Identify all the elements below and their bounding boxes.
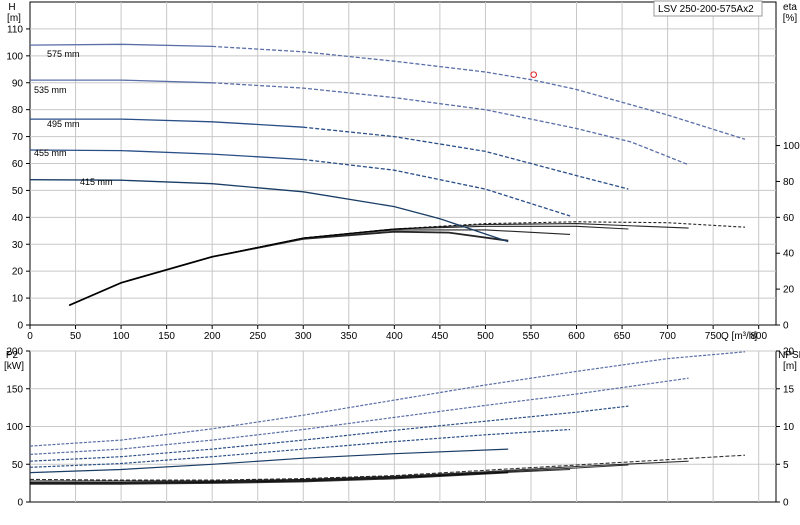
y-tick-label: 60 — [12, 159, 24, 170]
y2-tick-label: 20 — [783, 285, 795, 296]
x-tick-label: 700 — [659, 331, 676, 342]
y-tick-label: 100 — [6, 51, 23, 62]
y2-tick-label: 0 — [783, 498, 789, 509]
pump-performance-chart: 0 50 100 150 200 250 300 350 400 450 500 550 600 650 7… — [0, 0, 800, 520]
y-tick-label: 0 — [17, 321, 23, 332]
y2-axis-label: NPSH — [778, 350, 800, 361]
y-tick-label: 70 — [12, 132, 24, 143]
x-tick-label: 150 — [158, 331, 175, 342]
chart-svg: 0 50 100 150 200 250 300 350 400 450 500 550 600 650 7… — [4, 0, 800, 509]
x-tick-label: 50 — [70, 331, 82, 342]
y-tick-label: 80 — [12, 105, 24, 116]
y-tick-label: 110 — [7, 24, 23, 35]
impeller-diameter-label: 575 mm — [47, 49, 80, 59]
y-tick-label: 0 — [17, 498, 23, 509]
impeller-diameter-label: 415 mm — [80, 177, 113, 187]
x-tick-label: 350 — [340, 331, 357, 342]
y-tick-label: 30 — [12, 240, 24, 251]
x-tick-label: 600 — [568, 331, 585, 342]
y-tick-label: 100 — [6, 422, 23, 433]
y-axis-label: P2 — [6, 350, 19, 361]
y2-tick-label: 60 — [783, 213, 795, 224]
y-tick-label: 90 — [12, 78, 24, 89]
x-axis-label: Q [m³/h] — [721, 331, 757, 342]
y-axis-unit: [kW] — [4, 361, 24, 372]
impeller-diameter-label: 495 mm — [47, 119, 80, 129]
y-axis-unit: [m] — [7, 13, 21, 24]
impeller-diameter-label: 535 mm — [34, 85, 67, 95]
y2-axis-unit: [m] — [783, 361, 797, 372]
y-tick-label: 20 — [12, 267, 24, 278]
y2-tick-label: 10 — [783, 422, 795, 433]
y2-tick-label: 5 — [783, 460, 789, 471]
y2-tick-label: 0 — [783, 321, 789, 332]
y2-axis-unit: [%] — [783, 13, 798, 24]
x-tick-label: 0 — [27, 331, 33, 342]
x-tick-label: 250 — [249, 331, 266, 342]
y2-axis-label: eta — [783, 2, 797, 13]
y-tick-label: 50 — [12, 186, 24, 197]
y-axis-label: H — [8, 2, 15, 13]
y-tick-label: 50 — [12, 460, 24, 471]
y2-tick-label: 100 — [783, 141, 800, 152]
x-tick-label: 400 — [386, 331, 403, 342]
x-tick-label: 450 — [432, 331, 449, 342]
y-tick-label: 10 — [12, 294, 24, 305]
x-tick-label: 550 — [523, 331, 540, 342]
x-tick-label: 750 — [705, 331, 722, 342]
x-tick-label: 200 — [204, 331, 221, 342]
x-tick-label: 100 — [113, 331, 130, 342]
x-tick-label: 650 — [614, 331, 631, 342]
model-label: LSV 250-200-575Ax2 — [658, 4, 754, 15]
impeller-diameter-label: 455 mm — [34, 148, 67, 158]
y2-tick-label: 80 — [783, 177, 795, 188]
y2-tick-label: 40 — [783, 249, 795, 260]
x-tick-label: 500 — [477, 331, 494, 342]
y2-tick-label: 15 — [783, 384, 795, 395]
x-tick-label: 300 — [295, 331, 312, 342]
y-tick-label: 150 — [6, 384, 23, 395]
y-tick-label: 40 — [12, 213, 24, 224]
